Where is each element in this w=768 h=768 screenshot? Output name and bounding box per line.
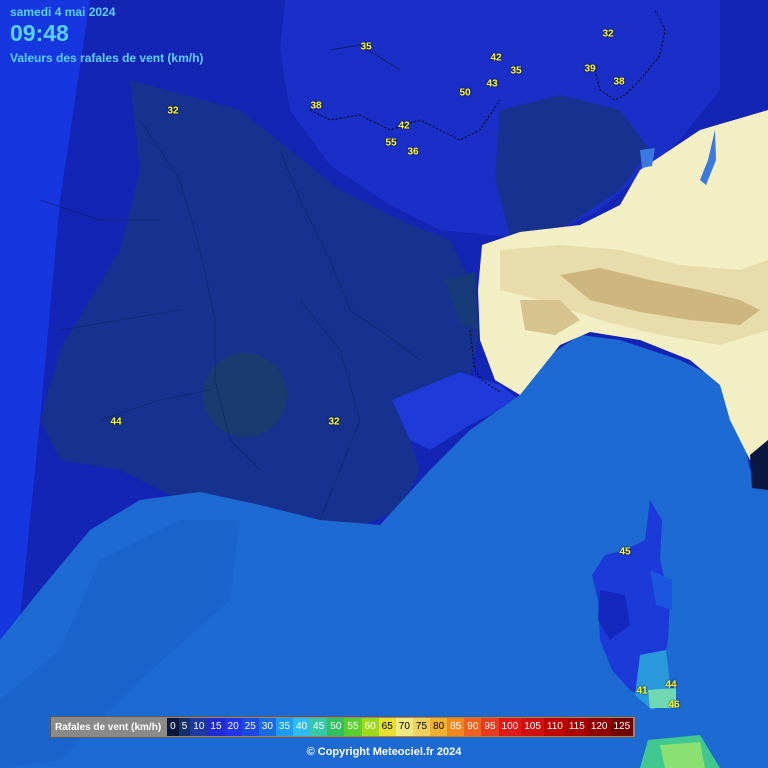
gust-legend: Rafales de vent (km/h) 0 5 10 15 20 25 30 35 40 4… [50, 716, 637, 738]
forecast-date: samedi 4 mai 2024 [10, 5, 116, 19]
legend-cell: 125 [610, 718, 634, 736]
gust-label: 36 [407, 146, 419, 158]
legend-cell: 80 [430, 718, 448, 736]
legend-cell: 30 [258, 718, 276, 736]
map-background [0, 0, 768, 768]
legend-cell: 0 [167, 718, 179, 736]
legend-cell: 100 [498, 718, 522, 736]
gust-label: 45 [619, 546, 631, 558]
legend-cell: 110 [543, 718, 566, 736]
forecast-time: 09:48 [10, 20, 69, 46]
legend-cell: 85 [447, 718, 465, 736]
legend-cell: 65 [378, 718, 396, 736]
gust-label: 38 [613, 76, 625, 88]
map-subtitle: Valeurs des rafales de vent (km/h) [10, 51, 204, 65]
legend-cell: 60 [361, 718, 379, 736]
gust-label: 41 [636, 685, 648, 697]
gust-label: 55 [385, 137, 397, 149]
gust-label: 35 [360, 41, 372, 53]
legend-title: Rafales de vent (km/h) [55, 721, 162, 733]
legend-cell: 115 [565, 718, 588, 736]
legend-cell: 90 [464, 718, 482, 736]
copyright-notice: © Copyright Meteociel.fr 2024 [306, 746, 462, 758]
legend-cell: 35 [275, 718, 294, 736]
legend-cell: 25 [241, 718, 259, 736]
legend-cell: 45 [310, 718, 328, 736]
legend-cell: 55 [344, 718, 362, 736]
gust-label: 32 [602, 28, 614, 40]
legend-cell: 105 [521, 718, 544, 736]
gust-label: 38 [310, 100, 322, 112]
gust-label: 32 [328, 416, 340, 428]
legend-cell: 40 [293, 718, 311, 736]
legend-cell: 50 [327, 718, 345, 736]
legend-cell: 20 [224, 718, 242, 736]
legend-cell: 10 [190, 718, 208, 736]
legend-cell: 70 [395, 718, 413, 736]
legend-scale: 0 5 10 15 20 25 30 35 40 45 50 55 60 65 70 75 80 85 90 95 10… [167, 718, 634, 736]
gust-label: 39 [584, 63, 596, 75]
gust-label: 42 [490, 52, 502, 64]
gust-label: 43 [486, 78, 498, 90]
legend-cell: 5 [178, 718, 191, 736]
legend-cell: 95 [481, 718, 499, 736]
legend-cell: 75 [412, 718, 431, 736]
gust-label: 44 [665, 679, 677, 691]
wind-gust-map: samedi 4 mai 2024 09:48 Valeurs des rafa… [0, 0, 768, 768]
gust-label: 32 [167, 105, 179, 117]
gust-label: 35 [510, 65, 522, 77]
legend-cell: 120 [587, 718, 611, 736]
gust-label: 46 [668, 699, 680, 711]
gust-label: 42 [398, 120, 410, 132]
gust-label: 50 [459, 87, 471, 99]
legend-cell: 15 [207, 718, 225, 736]
gust-label: 44 [110, 416, 122, 428]
